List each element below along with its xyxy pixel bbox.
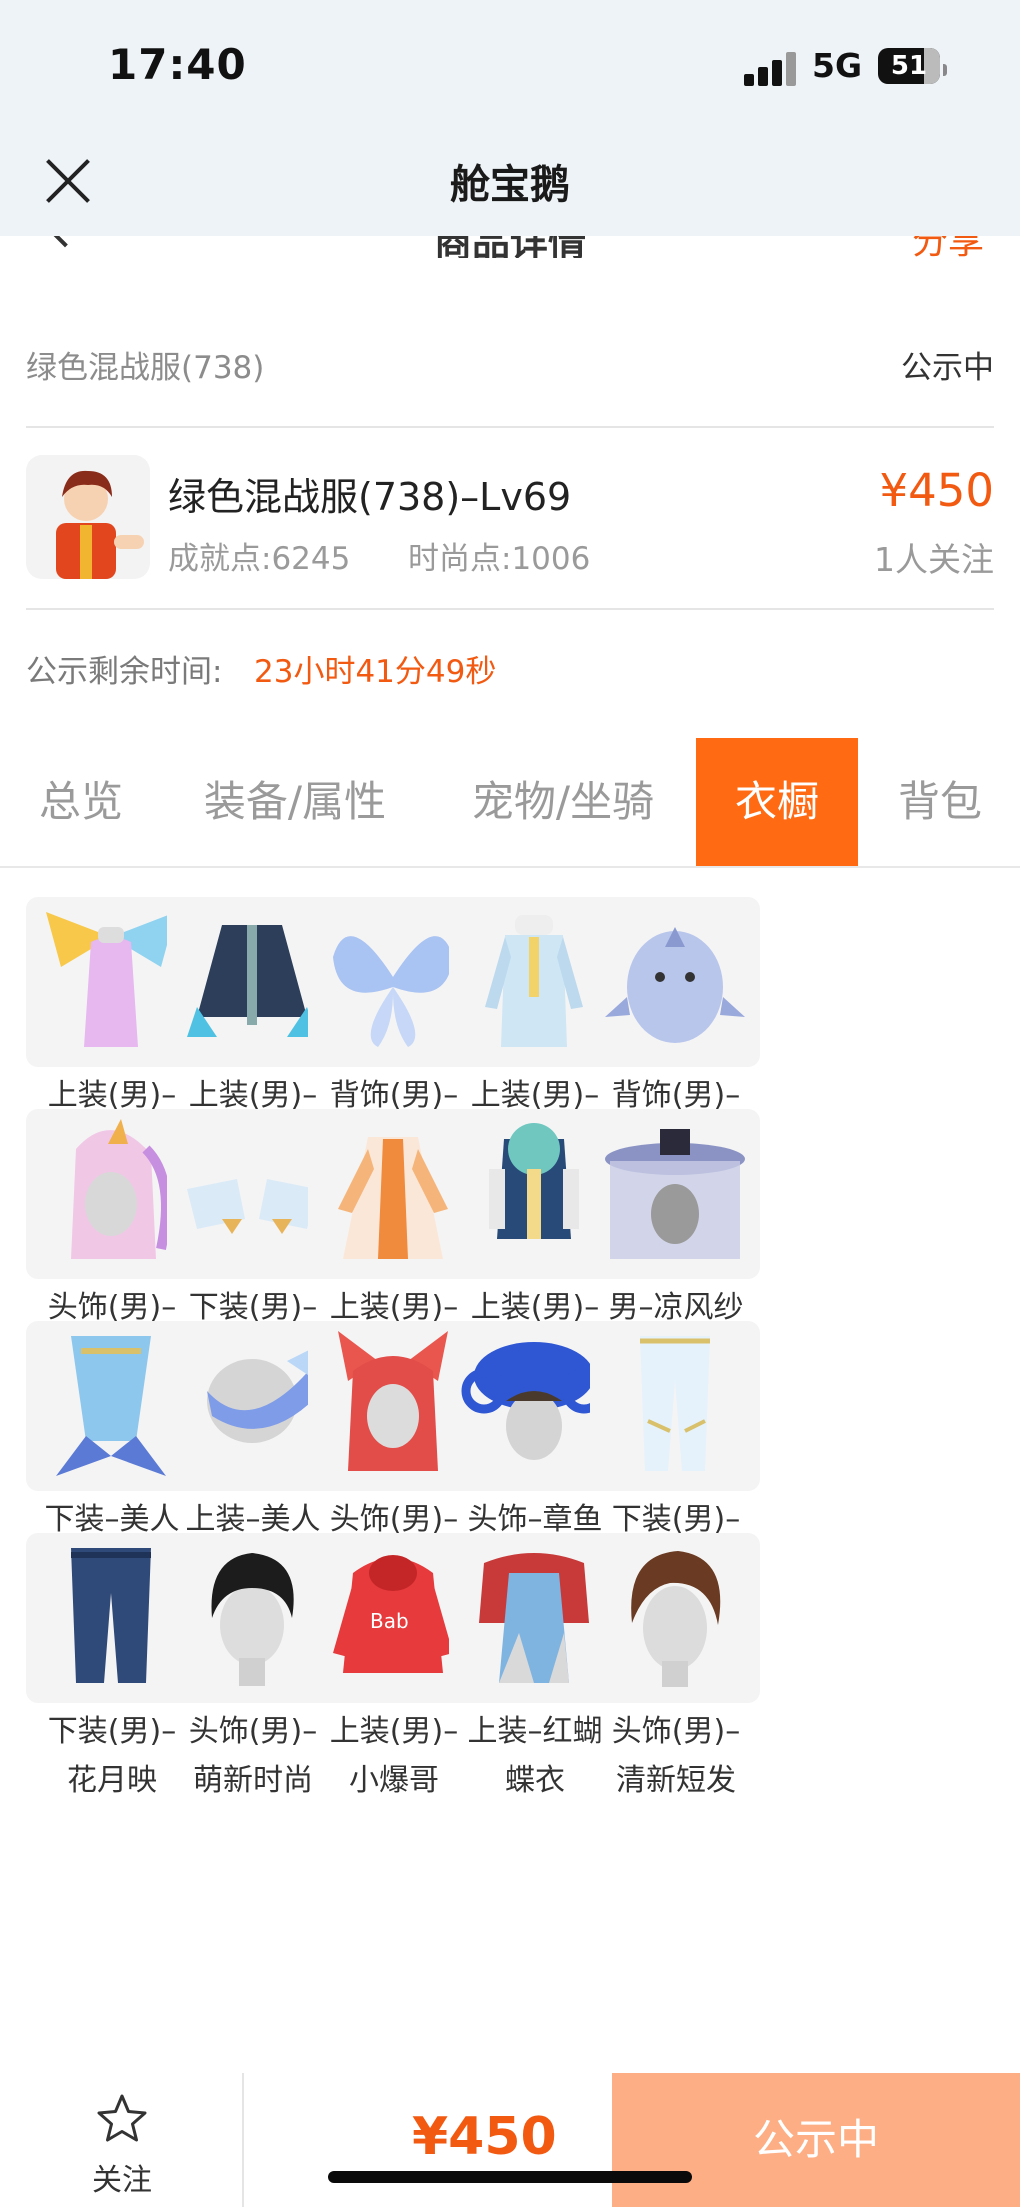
page-title: 商品详情 (433, 236, 586, 258)
tab-equipment[interactable]: 装备/属性 (188, 738, 402, 866)
follow-button[interactable]: 关注 (0, 2073, 244, 2207)
bottom-price: ¥450 (412, 2107, 557, 2167)
achievement-points: 成就点:6245 (168, 541, 351, 577)
tab-backpack[interactable]: 背包 (880, 738, 1000, 866)
shark-backpack-icon (590, 897, 760, 1067)
page-header: 商品详情 分享 (0, 236, 1020, 258)
follower-count: 1人关注 (874, 540, 994, 579)
battery-level: 51 (890, 51, 928, 81)
network-type: 5G (812, 46, 863, 85)
wardrobe-item-label-line1: 头饰(男)– (611, 1714, 741, 1749)
app-title: 舱宝鹅 (450, 162, 570, 208)
item-title: 绿色混战服(738)–Lv69 (168, 475, 572, 519)
character-avatar (26, 455, 150, 579)
veil-hat-icon (590, 1109, 760, 1279)
category-status: 公示中 (901, 350, 994, 386)
tab-wardrobe[interactable]: 衣橱 (696, 738, 858, 866)
svg-text:Bab: Bab (370, 1609, 409, 1633)
brown-hair-icon (590, 1533, 760, 1703)
divider (26, 426, 994, 428)
status-bar: 17:40 5G 51 舱宝鹅 (0, 0, 1020, 236)
clock: 17:40 (108, 40, 247, 89)
category-row: 绿色混战服(738) 公示中 (26, 342, 994, 386)
tab-bar: 总览 装备/属性 宠物/坐骑 衣橱 背包 (0, 738, 1020, 868)
wardrobe-item[interactable]: 头饰(男)– 清新短发 (590, 1533, 762, 1805)
home-indicator (328, 2171, 692, 2183)
tab-overview[interactable]: 总览 (26, 738, 136, 866)
status-button[interactable]: 公示中 (612, 2073, 1020, 2207)
wardrobe-item-label-line2: 清新短发 (616, 1763, 736, 1798)
cellular-signal-icon (744, 52, 796, 86)
battery-icon: 51 (878, 48, 947, 84)
item-price: ¥450 (879, 464, 994, 517)
fashion-points: 时尚点:1006 (408, 541, 591, 577)
remaining-time-value: 23小时41分49秒 (254, 654, 497, 690)
star-icon (97, 2094, 147, 2142)
remaining-time-label: 公示剩余时间: (26, 654, 223, 690)
divider (26, 608, 994, 610)
follow-label: 关注 (92, 2163, 152, 2198)
share-button[interactable]: 分享 (912, 236, 984, 258)
bottom-bar: 关注 ¥450 公示中 (0, 2073, 1020, 2207)
white-pants-icon (590, 1321, 760, 1491)
tab-pets-mounts[interactable]: 宠物/坐骑 (456, 738, 670, 866)
wardrobe-item-label: 头饰(男)– 清新短发 (590, 1707, 762, 1805)
category-name: 绿色混战服(738) (26, 350, 265, 386)
